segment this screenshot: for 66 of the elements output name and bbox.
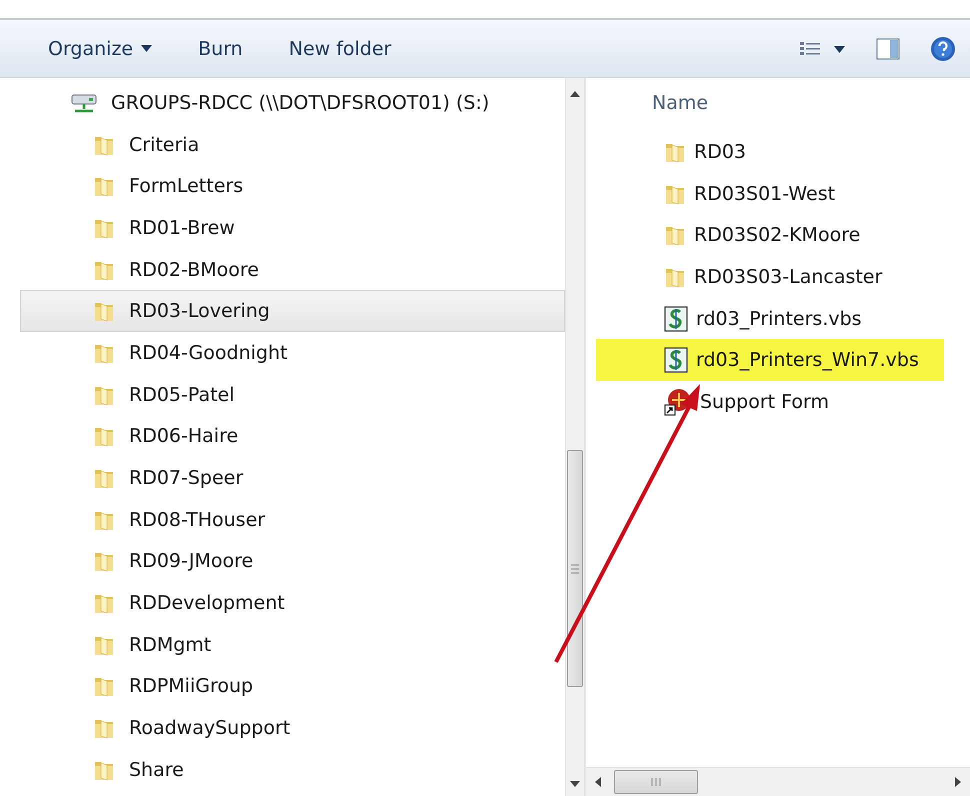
preview-pane-icon[interactable] — [876, 38, 900, 60]
tree-item-label: Criteria — [129, 134, 200, 156]
file-name: rd03_Printers_Win7.vbs — [696, 349, 919, 372]
tree-item[interactable]: FormLetters — [20, 165, 565, 208]
script-icon — [664, 306, 688, 332]
file-item[interactable]: RD03 — [596, 131, 944, 173]
tree-item[interactable]: RD01-Brew — [20, 207, 565, 249]
file-name: Support Form — [700, 390, 830, 413]
tree-item[interactable]: RD05-Patel — [20, 374, 565, 416]
tree-item-label: RD07-Speer — [129, 467, 244, 490]
tree-item-label: RD06-Haire — [129, 425, 238, 448]
tree-item[interactable]: RD08-THouser — [20, 498, 565, 541]
caret-icon — [141, 45, 152, 52]
scroll-right-icon[interactable] — [954, 777, 962, 787]
scrollbar-thumb[interactable] — [614, 770, 698, 794]
tree-item[interactable]: RD03-Lovering — [20, 290, 565, 332]
script-icon — [664, 347, 688, 374]
file-item[interactable]: RD03S01-West — [596, 172, 944, 214]
view-options-icon[interactable] — [800, 40, 846, 56]
tree-item[interactable]: RoadwaySupport — [20, 707, 565, 749]
tree-item-label: RD01-Brew — [129, 216, 235, 239]
toolbar-button[interactable]: Burn — [184, 32, 257, 66]
tree-item[interactable]: RDDevelopment — [20, 582, 565, 624]
vertical-scrollbar[interactable] — [565, 78, 585, 796]
tree-item-label: FormLetters — [129, 175, 244, 198]
tree-item[interactable]: RD07-Speer — [20, 457, 565, 499]
tree-item-label: RDMgmt — [129, 634, 212, 656]
file-item[interactable]: RD03S02-KMoore — [596, 214, 944, 256]
tree-item-label: RD04-Goodnight — [129, 342, 288, 364]
scroll-down-icon[interactable] — [570, 780, 580, 788]
tree-item[interactable]: Share — [20, 749, 565, 791]
toolbar-button[interactable]: New folder — [274, 32, 406, 66]
tree-item-label: GROUPS-RDCC (\\DOT\DFSROOT01) (S:) — [111, 92, 490, 114]
scroll-left-icon[interactable] — [594, 777, 602, 787]
network-drive-icon — [71, 92, 97, 114]
tree-item-label: RD08-THouser — [129, 508, 266, 531]
file-name: RD03 — [694, 140, 746, 163]
tree-item[interactable]: RD09-JMoore — [20, 540, 565, 582]
tree-item[interactable]: GROUPS-RDCC (\\DOT\DFSROOT01) (S:) — [20, 82, 565, 124]
tree-item-label: RD09-JMoore — [129, 550, 254, 572]
file-item[interactable]: rd03_Printers_Win7.vbs — [596, 339, 944, 382]
file-item[interactable]: RD03S03-Lancaster — [596, 256, 944, 298]
tree-item-label: RoadwaySupport — [129, 717, 290, 740]
tree-item[interactable]: RD06-Haire — [20, 416, 565, 458]
tree-item[interactable]: RDMgmt — [20, 624, 565, 666]
tree-item-label: RD02-BMoore — [129, 258, 259, 281]
tree-item-label: RD05-Patel — [129, 384, 235, 406]
help-icon[interactable] — [930, 36, 956, 62]
toolbar-button[interactable]: Organize — [34, 32, 166, 66]
tree-item-label: RD03-Lovering — [129, 300, 270, 322]
file-name: rd03_Printers.vbs — [696, 308, 862, 330]
scrollbar-thumb[interactable] — [567, 450, 583, 687]
file-name: RD03S01-West — [694, 182, 836, 205]
tree-item[interactable]: RDPMiiGroup — [20, 666, 565, 708]
tree-item[interactable]: RD04-Goodnight — [20, 332, 565, 374]
file-name: RD03S02-KMoore — [694, 224, 860, 246]
tree-item-label: Share — [129, 758, 184, 781]
file-name: RD03S03-Lancaster — [694, 266, 882, 288]
column-header[interactable]: Name — [586, 78, 970, 128]
tree-item[interactable]: Criteria — [20, 124, 565, 166]
tree-item-label: RDDevelopment — [129, 592, 285, 614]
tree-item[interactable]: RD02-BMoore — [20, 248, 565, 290]
tree-item-label: RDPMiiGroup — [129, 675, 254, 698]
file-item[interactable]: rd03_Printers.vbs — [596, 298, 944, 340]
horizontal-scrollbar[interactable] — [586, 767, 970, 796]
scroll-up-icon[interactable] — [570, 90, 580, 98]
